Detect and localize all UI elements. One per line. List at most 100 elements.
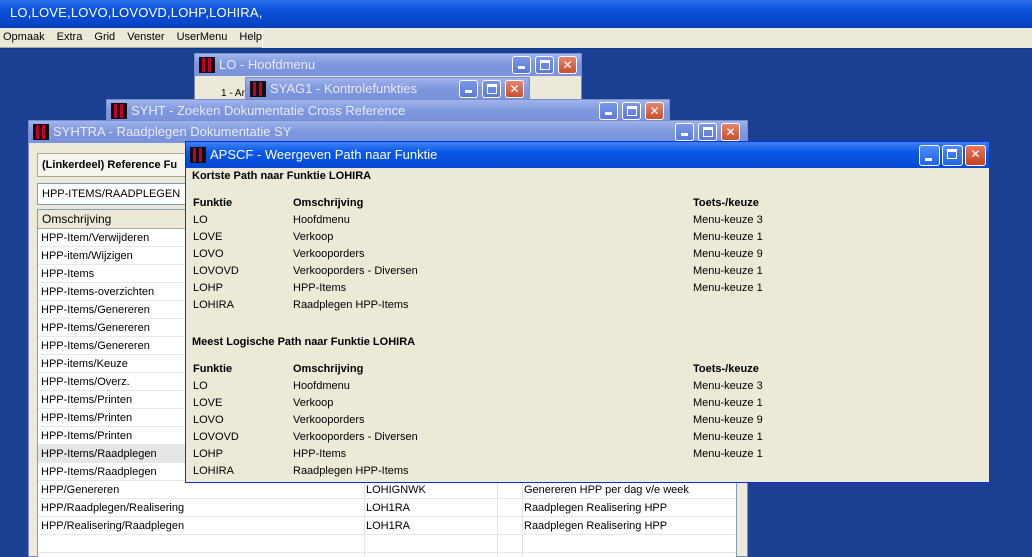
row-omschrijving: HPP-items/Keuze bbox=[41, 358, 128, 370]
menu-venster[interactable]: Venster bbox=[124, 28, 166, 43]
path-omschrijving: Verkooporders - Diversen bbox=[293, 265, 418, 277]
app-logo-icon bbox=[33, 124, 49, 140]
menu-extra[interactable]: Extra bbox=[54, 28, 85, 43]
minimize-icon bbox=[518, 66, 525, 69]
close-icon: ✕ bbox=[970, 147, 981, 161]
row-omschrijving: HPP/Raadplegen/Realisering bbox=[41, 502, 185, 514]
close-button[interactable]: ✕ bbox=[645, 102, 664, 120]
table-row[interactable]: HPP/Realisering/Raadplegen LOH1RA Raadpleg… bbox=[38, 517, 736, 535]
path-toets: Menu-keuze 9 bbox=[693, 414, 763, 426]
app-title: LO,LOVE,LOVO,LOVOVD,LOHP,LOHIRA, bbox=[10, 5, 263, 20]
window-syht-titlebar[interactable]: SYHT - Zoeken Dokumentatie Cross Referen… bbox=[107, 100, 669, 122]
close-button[interactable]: ✕ bbox=[505, 80, 524, 98]
row-omschrijving: HPP-Items/Genereren bbox=[41, 340, 150, 352]
maximize-icon bbox=[947, 149, 957, 159]
table-row[interactable]: HPP/Raadplegen/Realisering LOH1RA Raadpleg… bbox=[38, 499, 736, 517]
row-funktie: LOH1RA bbox=[366, 502, 411, 514]
path-dialog-body: Kortste Path naar Funktie LOHIRA Funktie… bbox=[186, 168, 989, 482]
path-funktie: LOVOVD bbox=[193, 431, 239, 443]
path-toets: Menu-keuze 3 bbox=[693, 214, 763, 226]
menu-bar-filler bbox=[262, 28, 1032, 48]
row-omschrijving: HPP-Items/Printen bbox=[41, 430, 133, 442]
table-row[interactable] bbox=[38, 553, 736, 557]
row-omschrijving: HPP-Item/Verwijderen bbox=[41, 232, 150, 244]
window-syhtra-title: SYHTRA - Raadplegen Dokumentatie SY bbox=[53, 124, 292, 139]
minimize-button[interactable] bbox=[512, 56, 531, 74]
path-funktie: LOHP bbox=[193, 448, 223, 460]
col-toets-2: Toets-/keuze bbox=[693, 363, 759, 375]
row-omschrijving: HPP/Genereren bbox=[41, 484, 120, 496]
maximize-icon bbox=[540, 60, 550, 70]
row-beschrijving: Raadplegen Realisering HPP bbox=[524, 520, 668, 532]
path-omschrijving: HPP-Items bbox=[293, 282, 347, 294]
minimize-button[interactable] bbox=[675, 123, 694, 141]
path-omschrijving: Verkoop bbox=[293, 231, 334, 243]
path-funktie: LO bbox=[193, 380, 208, 392]
maximize-button[interactable] bbox=[698, 123, 717, 141]
row-omschrijving: HPP-Items/Genereren bbox=[41, 322, 150, 334]
path-funktie: LOVO bbox=[193, 248, 224, 260]
minimize-icon bbox=[605, 112, 612, 115]
path-toets: Menu-keuze 1 bbox=[693, 448, 763, 460]
row-omschrijving: HPP-Items/Printen bbox=[41, 394, 133, 406]
path-omschrijving: Verkoop bbox=[293, 397, 334, 409]
table-row[interactable] bbox=[38, 535, 736, 553]
path-funktie: LOHIRA bbox=[193, 299, 234, 311]
window-apscf[interactable]: APSCF - Weergeven Path naar Funktie ✕ Ko… bbox=[185, 141, 990, 483]
maximize-button[interactable] bbox=[622, 102, 641, 120]
col-omschrijving-2: Omschrijving bbox=[293, 363, 364, 375]
path-omschrijving: Hoofdmenu bbox=[293, 380, 350, 392]
menu-usermenu[interactable]: UserMenu bbox=[174, 28, 230, 43]
path-omschrijving: Raadplegen HPP-Items bbox=[293, 465, 409, 477]
path-omschrijving: Raadplegen HPP-Items bbox=[293, 299, 409, 311]
app-title-bar: LO,LOVE,LOVO,LOVOVD,LOHP,LOHIRA, bbox=[0, 0, 1032, 28]
path-toets: Menu-keuze 1 bbox=[693, 231, 763, 243]
close-icon: ✕ bbox=[562, 58, 573, 72]
menu-help[interactable]: Help bbox=[236, 28, 264, 43]
maximize-icon bbox=[627, 106, 637, 116]
close-icon: ✕ bbox=[725, 125, 736, 139]
row-omschrijving: HPP-Items bbox=[41, 268, 95, 280]
row-beschrijving: Raadplegen Realisering HPP bbox=[524, 502, 668, 514]
row-omschrijving: HPP-item/Wijzigen bbox=[41, 250, 133, 262]
window-syag1-titlebar[interactable]: SYAG1 - Kontrolefunkties ✕ bbox=[246, 78, 529, 100]
app-logo-icon bbox=[250, 81, 266, 97]
menu-grid[interactable]: Grid bbox=[91, 28, 117, 43]
path-funktie: LO bbox=[193, 214, 208, 226]
maximize-button[interactable] bbox=[482, 80, 501, 98]
row-beschrijving: Genereren HPP per dag v/e week bbox=[524, 484, 689, 496]
path-toets: Menu-keuze 1 bbox=[693, 431, 763, 443]
window-apscf-titlebar[interactable]: APSCF - Weergeven Path naar Funktie ✕ bbox=[186, 142, 989, 168]
menu-opmaak[interactable]: Opmaak bbox=[0, 28, 47, 43]
col-omschrijving-1: Omschrijving bbox=[293, 197, 364, 209]
row-omschrijving: HPP-Items/Raadplegen bbox=[41, 466, 157, 478]
maximize-button[interactable] bbox=[942, 145, 963, 166]
table-header-label: Omschrijving bbox=[42, 212, 112, 226]
close-button[interactable]: ✕ bbox=[558, 56, 577, 74]
window-syag1-title: SYAG1 - Kontrolefunkties bbox=[270, 81, 418, 96]
minimize-icon bbox=[681, 133, 688, 136]
window-apscf-title: APSCF - Weergeven Path naar Funktie bbox=[210, 147, 438, 162]
row-omschrijving: HPP-Items/Genereren bbox=[41, 304, 150, 316]
path-toets: Menu-keuze 1 bbox=[693, 265, 763, 277]
window-lo-titlebar[interactable]: LO - Hoofdmenu ✕ bbox=[195, 54, 581, 76]
row-omschrijving: HPP-Items/Overz. bbox=[41, 376, 130, 388]
col-toets-1: Toets-/keuze bbox=[693, 197, 759, 209]
search-input-value: HPP-ITEMS/RAADPLEGEN bbox=[42, 188, 181, 200]
section-shortest-path-title: Kortste Path naar Funktie LOHIRA bbox=[192, 170, 372, 182]
app-logo-icon bbox=[190, 147, 206, 163]
table-row[interactable]: HPP/Genereren LOHIGNWK Genereren HPP per d… bbox=[38, 481, 736, 499]
close-button[interactable]: ✕ bbox=[965, 145, 986, 166]
col-funktie-2: Funktie bbox=[193, 363, 233, 375]
minimize-button[interactable] bbox=[599, 102, 618, 120]
col-funktie-1: Funktie bbox=[193, 197, 233, 209]
path-omschrijving: Hoofdmenu bbox=[293, 214, 350, 226]
minimize-button[interactable] bbox=[459, 80, 478, 98]
row-omschrijving: HPP-Items/Raadplegen bbox=[41, 448, 157, 460]
menu-bar: Opmaak Extra Grid Venster UserMenu Help bbox=[0, 28, 1032, 48]
close-button[interactable]: ✕ bbox=[721, 123, 740, 141]
minimize-button[interactable] bbox=[919, 145, 940, 166]
window-syhtra-titlebar[interactable]: SYHTRA - Raadplegen Dokumentatie SY ✕ bbox=[29, 121, 747, 143]
maximize-button[interactable] bbox=[535, 56, 554, 74]
path-funktie: LOHP bbox=[193, 282, 223, 294]
